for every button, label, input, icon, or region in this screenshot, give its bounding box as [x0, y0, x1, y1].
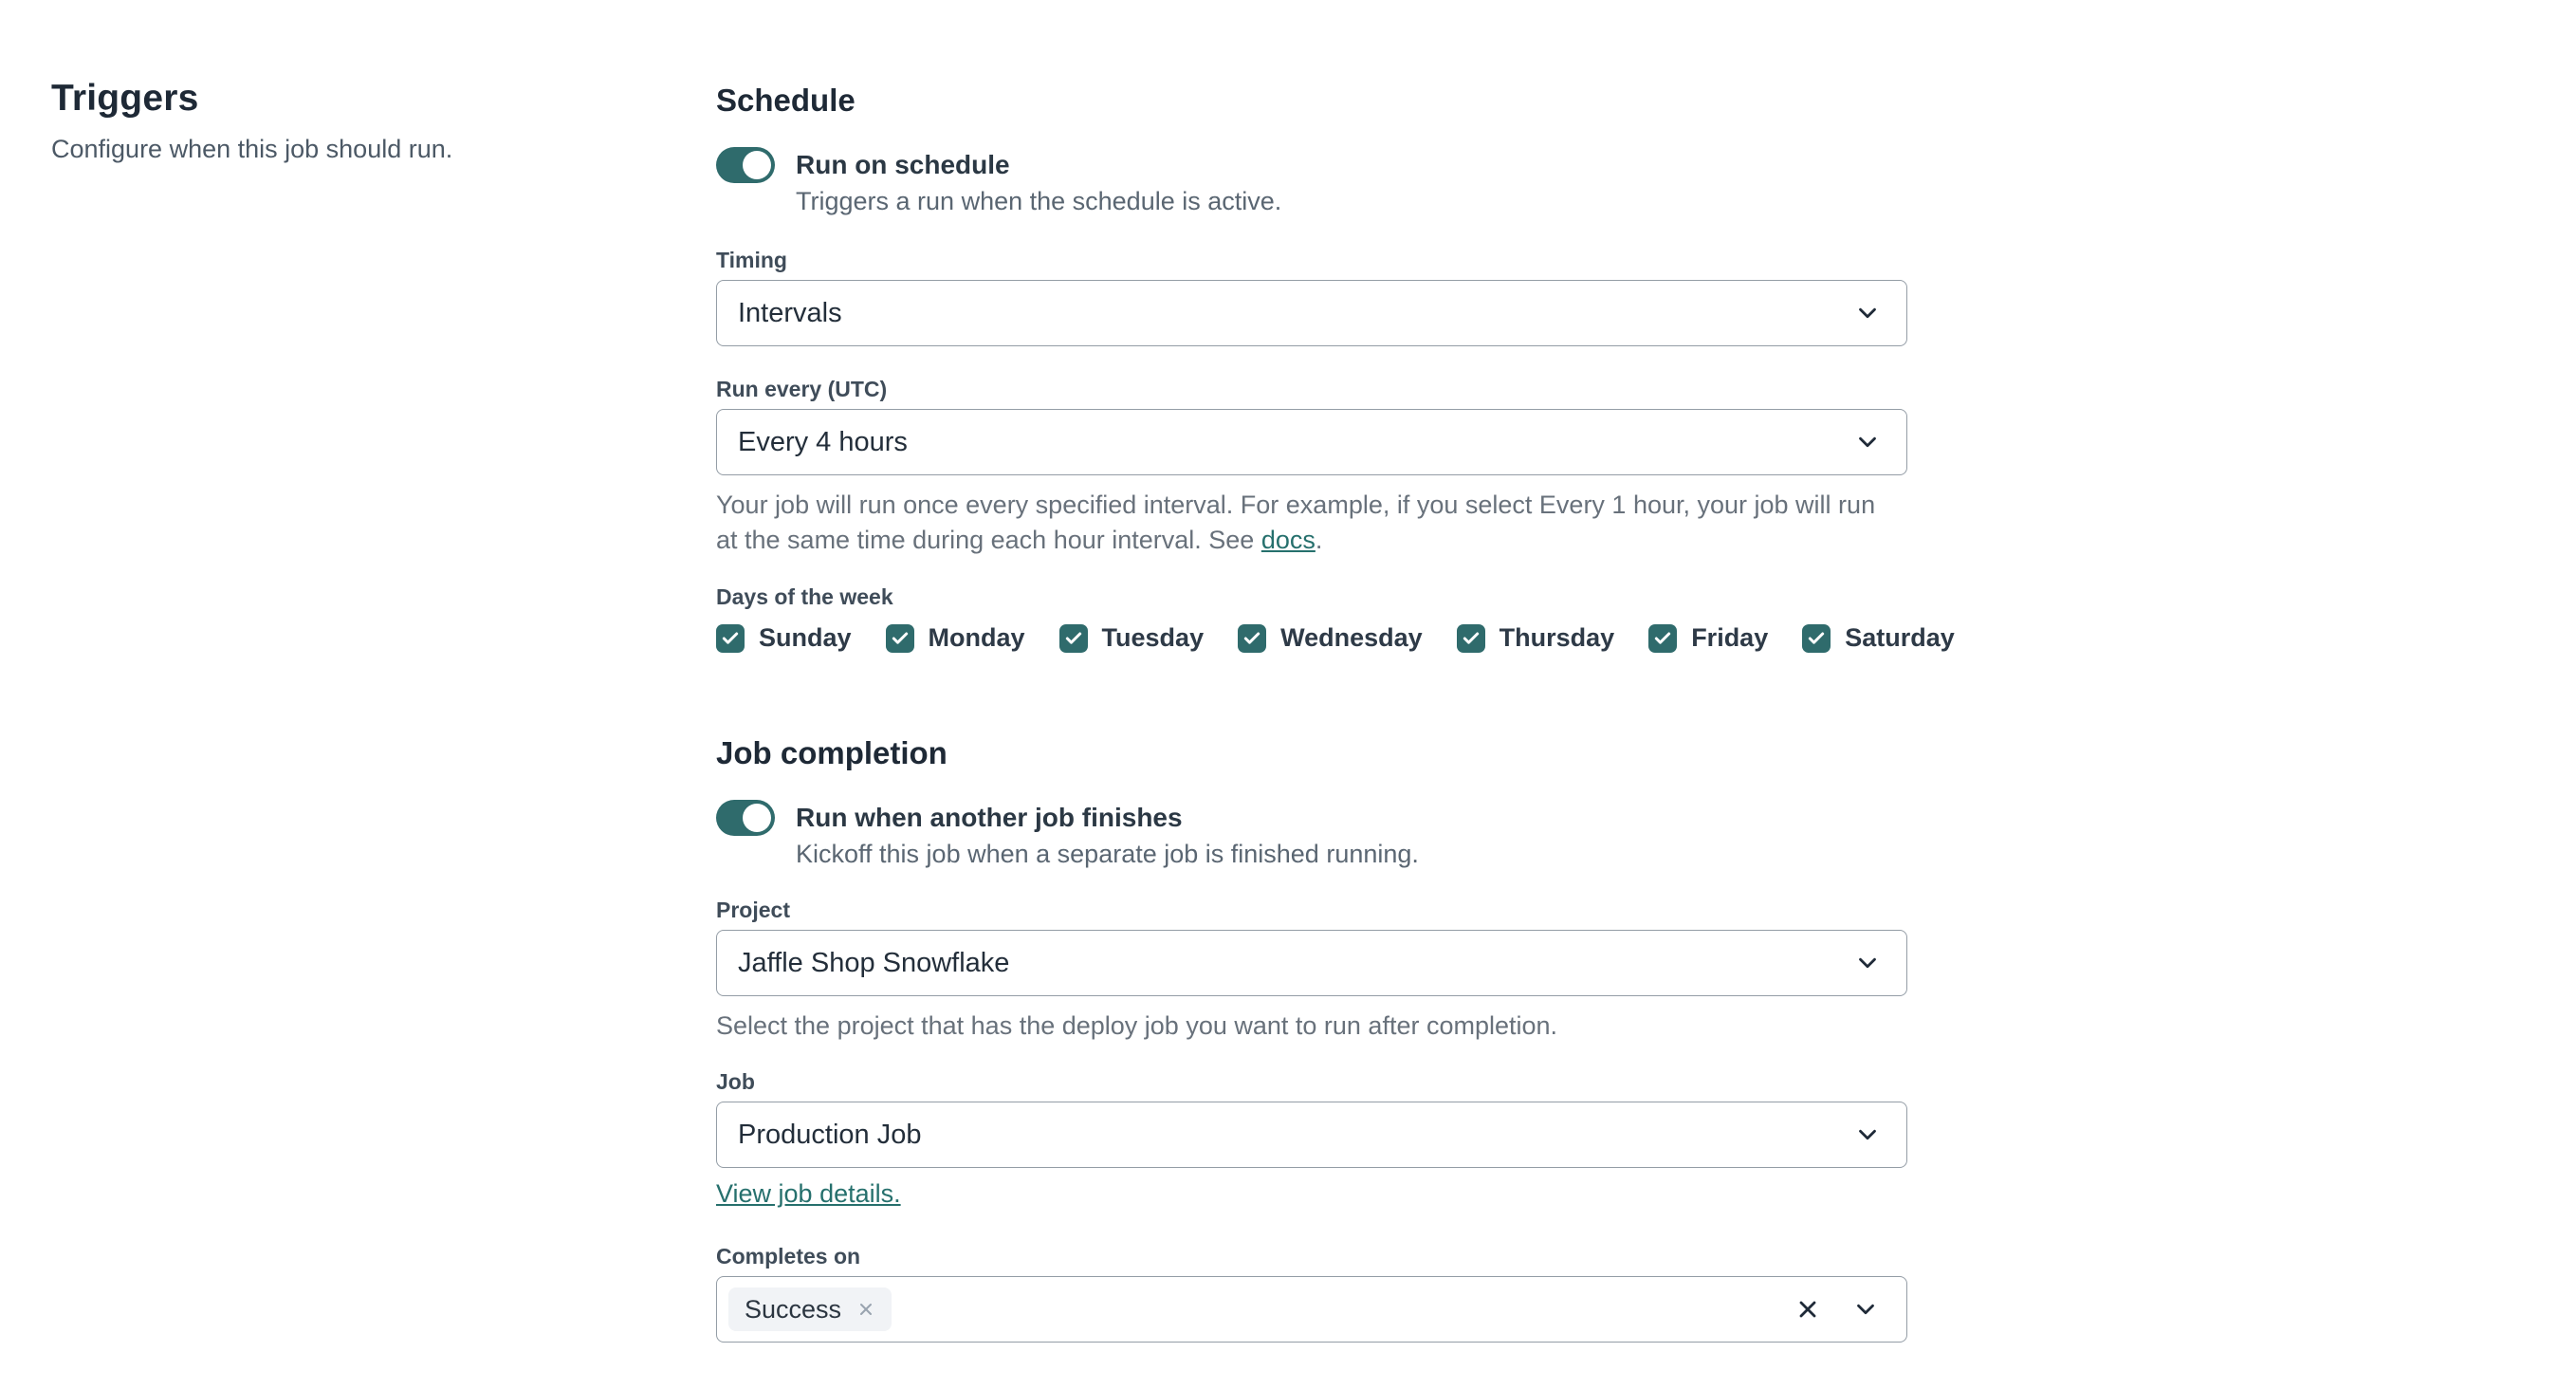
- checkbox-friday[interactable]: [1648, 623, 1678, 653]
- checkmark-icon: [1655, 632, 1671, 644]
- run-when-job-finishes-label: Run when another job finishes: [796, 803, 1183, 832]
- run-on-schedule-text: Run on schedule Triggers a run when the …: [796, 147, 1281, 219]
- completes-on-multiselect[interactable]: Success: [716, 1276, 1907, 1343]
- chevron-down-icon: [1859, 957, 1876, 969]
- triggers-section-intro: Triggers Configure when this job should …: [51, 78, 658, 164]
- day-item-sunday: Sunday: [716, 623, 852, 653]
- checkmark-icon: [1463, 632, 1479, 644]
- checkbox-saturday[interactable]: [1802, 623, 1831, 653]
- day-label: Wednesday: [1280, 623, 1423, 652]
- job-completion-heading: Job completion: [716, 735, 948, 770]
- run-every-label: Run every (UTC): [716, 377, 888, 401]
- page-title: Triggers: [51, 78, 199, 119]
- job-select-value: Production Job: [738, 1119, 922, 1150]
- chevron-down-icon[interactable]: [1851, 1295, 1880, 1324]
- run-every-select-value: Every 4 hours: [738, 426, 908, 457]
- checkmark-icon: [1243, 632, 1260, 644]
- view-job-details-line: View job details.: [716, 1179, 1907, 1209]
- day-label: Sunday: [759, 623, 852, 652]
- chip-label: Success: [745, 1294, 842, 1324]
- checkbox-monday[interactable]: [885, 623, 914, 653]
- project-select-value: Jaffle Shop Snowflake: [738, 947, 1010, 978]
- view-job-details-link[interactable]: View job details.: [716, 1179, 901, 1208]
- run-when-job-finishes-row: Run when another job finishes Kickoff th…: [716, 800, 1907, 872]
- checkbox-tuesday[interactable]: [1058, 623, 1088, 653]
- completes-on-label: Completes on: [716, 1244, 861, 1269]
- days-of-week-label: Days of the week: [716, 584, 893, 609]
- run-when-job-finishes-text: Run when another job finishes Kickoff th…: [796, 800, 1419, 872]
- timing-select-value: Intervals: [738, 297, 842, 328]
- day-label: Monday: [928, 623, 1025, 652]
- clear-all-icon[interactable]: [1794, 1296, 1821, 1323]
- day-item-friday: Friday: [1648, 623, 1768, 653]
- job-label: Job: [716, 1069, 755, 1094]
- run-when-job-finishes-toggle[interactable]: [716, 800, 775, 836]
- days-of-week-row: Sunday Monday Tuesday Wednesday Thursday…: [716, 623, 1955, 653]
- run-every-select[interactable]: Every 4 hours: [716, 409, 1907, 475]
- day-item-wednesday: Wednesday: [1238, 623, 1423, 653]
- checkbox-wednesday[interactable]: [1238, 623, 1267, 653]
- multiselect-controls: [1794, 1295, 1880, 1324]
- day-item-tuesday: Tuesday: [1058, 623, 1205, 653]
- day-label: Thursday: [1499, 623, 1615, 652]
- chevron-down-icon: [1859, 307, 1876, 319]
- job-select[interactable]: Production Job: [716, 1102, 1907, 1168]
- day-item-thursday: Thursday: [1456, 623, 1615, 653]
- chevron-down-icon: [1859, 1129, 1876, 1140]
- checkbox-thursday[interactable]: [1456, 623, 1485, 653]
- docs-link[interactable]: docs: [1261, 526, 1316, 554]
- toggle-knob-icon: [743, 151, 771, 179]
- help-text-after: .: [1315, 526, 1323, 554]
- chip-success: Success: [728, 1287, 892, 1331]
- day-item-monday: Monday: [885, 623, 1025, 653]
- schedule-heading: Schedule: [716, 83, 856, 118]
- project-label: Project: [716, 898, 790, 922]
- day-label: Tuesday: [1101, 623, 1205, 652]
- run-on-schedule-toggle[interactable]: [716, 147, 775, 183]
- run-when-job-finishes-description: Kickoff this job when a separate job is …: [796, 840, 1419, 868]
- checkmark-icon: [722, 632, 739, 644]
- checkmark-icon: [1065, 632, 1081, 644]
- checkbox-sunday[interactable]: [716, 623, 745, 653]
- run-on-schedule-row: Run on schedule Triggers a run when the …: [716, 147, 1907, 219]
- timing-label: Timing: [716, 248, 787, 272]
- run-every-help: Your job will run once every specified i…: [716, 488, 1902, 558]
- day-label: Friday: [1691, 623, 1769, 652]
- checkmark-icon: [1809, 632, 1825, 644]
- run-on-schedule-description: Triggers a run when the schedule is acti…: [796, 187, 1282, 215]
- triggers-form: Schedule Run on schedule Triggers a run …: [716, 81, 1955, 1343]
- chip-remove-icon[interactable]: [856, 1300, 875, 1319]
- checkmark-icon: [892, 632, 908, 644]
- project-select[interactable]: Jaffle Shop Snowflake: [716, 930, 1907, 996]
- day-item-saturday: Saturday: [1802, 623, 1955, 653]
- timing-select[interactable]: Intervals: [716, 280, 1907, 346]
- run-on-schedule-label: Run on schedule: [796, 150, 1010, 179]
- chevron-down-icon: [1859, 436, 1876, 448]
- toggle-knob-icon: [743, 804, 771, 832]
- page-subtitle: Configure when this job should run.: [51, 135, 453, 163]
- project-help: Select the project that has the deploy j…: [716, 1011, 1558, 1040]
- day-label: Saturday: [1845, 623, 1955, 652]
